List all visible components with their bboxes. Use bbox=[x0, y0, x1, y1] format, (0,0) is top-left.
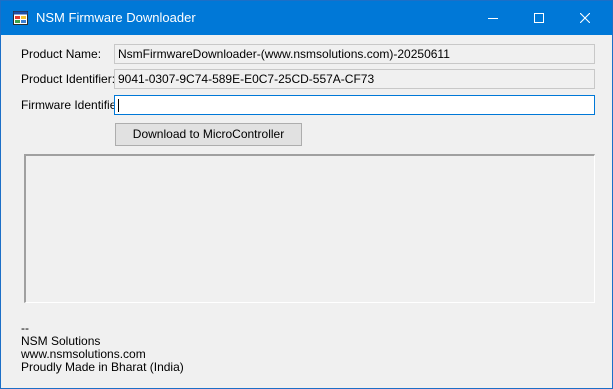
product-identifier-field[interactable]: 9041-0307-9C74-589E-E0C7-25CD-557A-CF73 bbox=[114, 69, 595, 89]
minimize-icon bbox=[488, 18, 498, 19]
title-bar[interactable]: NSM Firmware Downloader bbox=[1, 1, 612, 35]
product-identifier-label: Product Identifier: bbox=[21, 72, 116, 86]
close-button[interactable] bbox=[562, 1, 608, 35]
app-window: NSM Firmware Downloader Product Name: Ns… bbox=[0, 0, 613, 389]
firmware-identifier-label: Firmware Identifier: bbox=[21, 98, 124, 112]
close-icon bbox=[580, 13, 590, 23]
window-title: NSM Firmware Downloader bbox=[36, 10, 196, 25]
maximize-icon bbox=[534, 13, 544, 23]
product-name-field[interactable]: NsmFirmwareDownloader-(www.nsmsolutions.… bbox=[114, 44, 595, 64]
product-name-label: Product Name: bbox=[21, 47, 102, 61]
footer-info: -- NSM Solutions www.nsmsolutions.com Pr… bbox=[21, 322, 184, 374]
maximize-button[interactable] bbox=[516, 1, 562, 35]
firmware-identifier-input[interactable] bbox=[114, 95, 595, 115]
minimize-button[interactable] bbox=[470, 1, 516, 35]
made-in-tagline: Proudly Made in Bharat (India) bbox=[21, 360, 184, 374]
app-window-icon[interactable] bbox=[13, 11, 28, 25]
text-caret bbox=[118, 99, 119, 112]
download-to-microcontroller-button[interactable]: Download to MicroController bbox=[115, 123, 302, 146]
log-output-panel[interactable] bbox=[24, 154, 595, 303]
form-area: Product Name: NsmFirmwareDownloader-(www… bbox=[1, 35, 612, 388]
